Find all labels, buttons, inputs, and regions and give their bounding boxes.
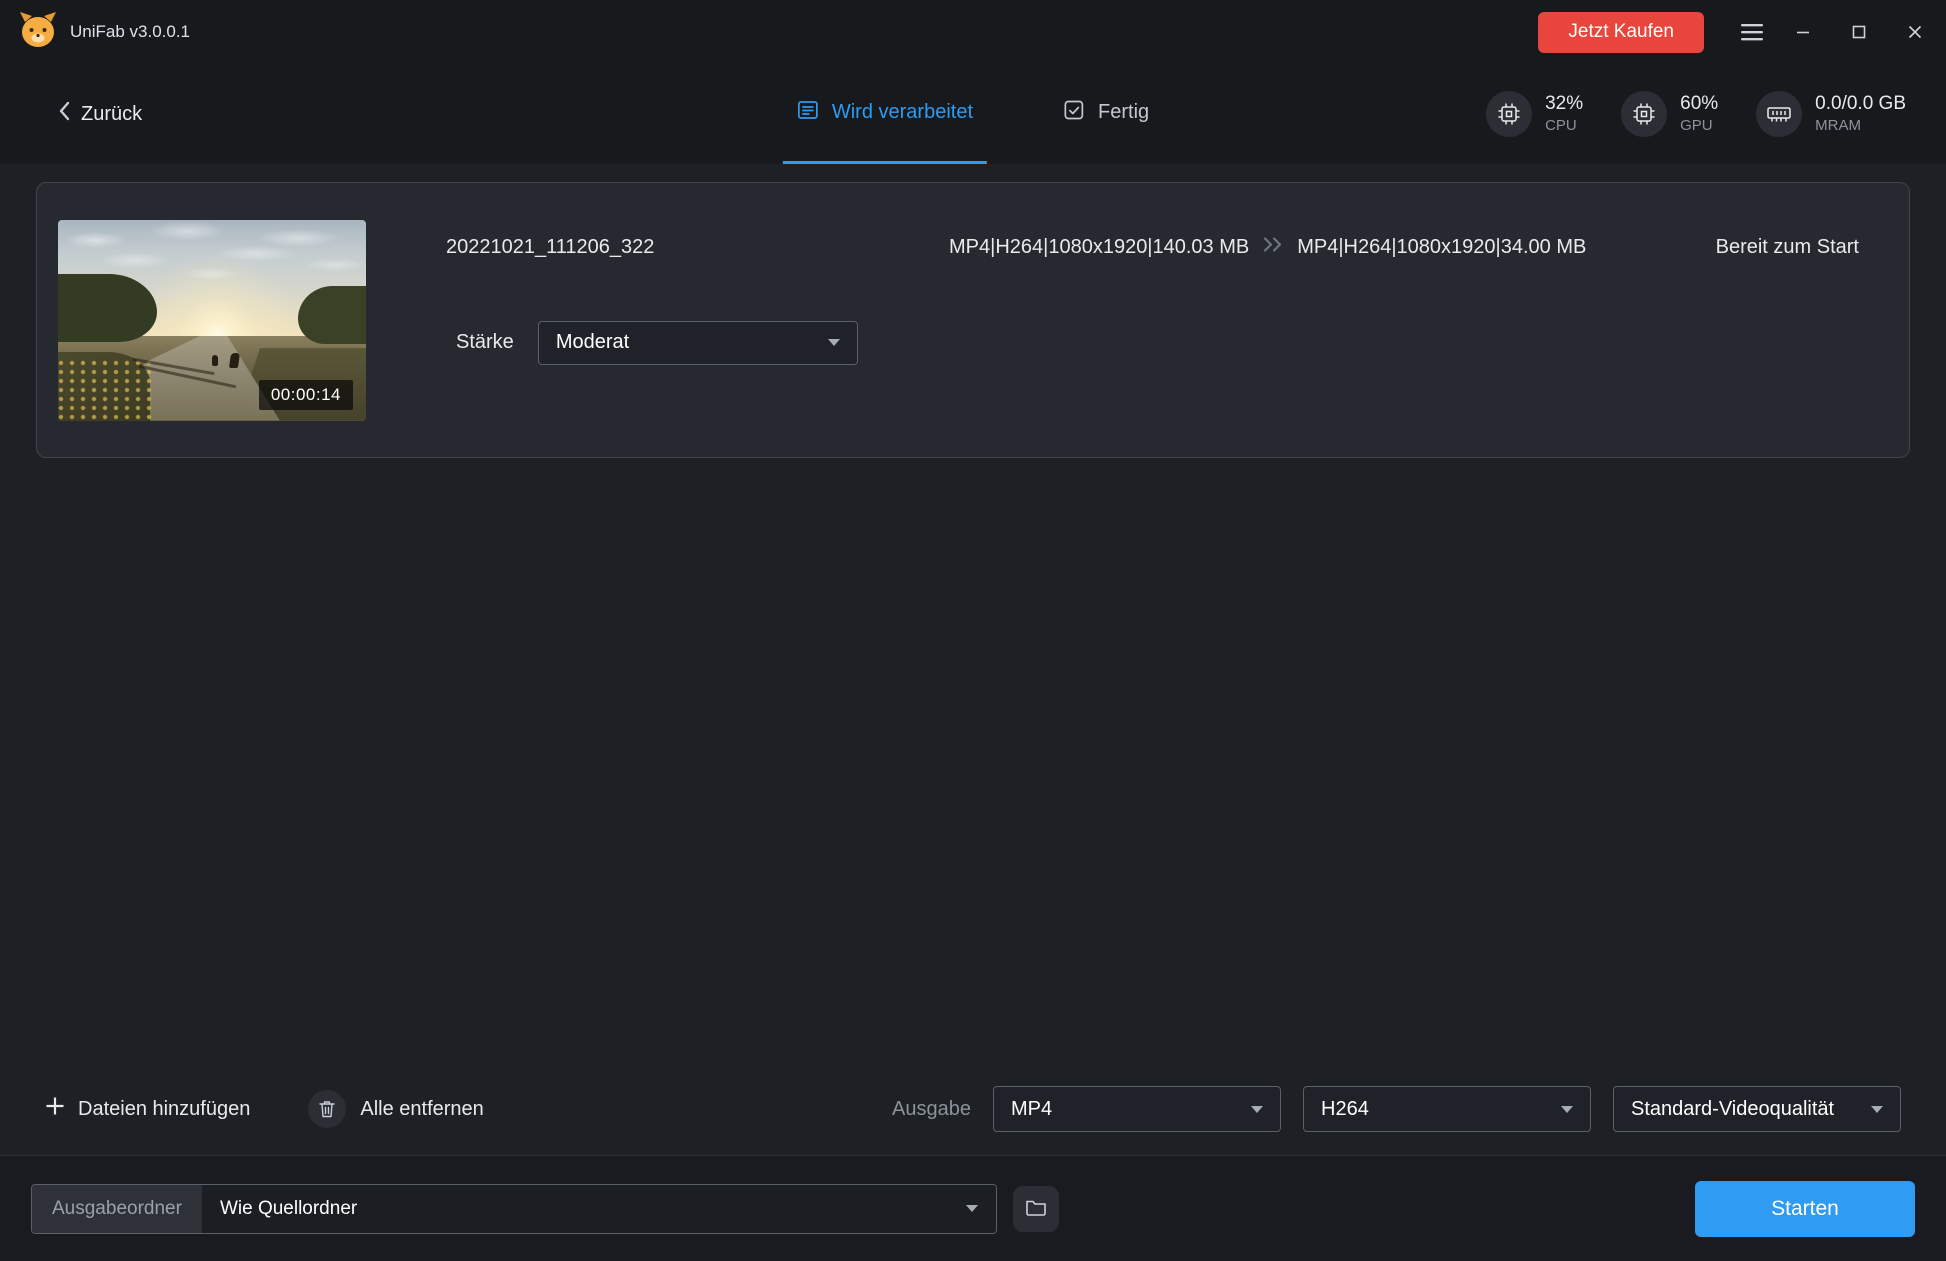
tab-processing-label: Wird verarbeitet (832, 101, 973, 124)
memory-icon (1756, 91, 1802, 137)
output-folder-label: Ausgabeordner (32, 1185, 202, 1233)
cpu-label: CPU (1545, 117, 1583, 134)
gpu-value: 60% (1680, 93, 1718, 115)
output-folder-value-area: Wie Quellordner (202, 1185, 996, 1233)
quality-dropdown[interactable]: Standard-Videoqualität (1613, 1086, 1901, 1132)
fast-forward-icon (1261, 236, 1285, 259)
back-label: Zurück (81, 103, 142, 126)
video-thumbnail: 00:00:14 (58, 220, 366, 421)
footer-bar: Ausgabeordner Wie Quellordner Starten (0, 1155, 1946, 1261)
strength-value: Moderat (556, 331, 629, 354)
pedestrian-silhouette (212, 355, 218, 366)
chevron-down-icon (1251, 1106, 1263, 1113)
app-window: UniFab v3.0.0.1 Jetzt Kaufen (0, 0, 1946, 1261)
mram-label: MRAM (1815, 117, 1906, 134)
file-info: MP4|H264|1080x1920|140.03 MB MP4|H264|10… (949, 236, 1586, 259)
remove-all-label: Alle entfernen (360, 1098, 483, 1121)
plus-icon (45, 1096, 65, 1122)
folder-icon (1025, 1198, 1047, 1219)
tab-finished-label: Fertig (1098, 101, 1149, 124)
app-logo-icon (18, 11, 58, 53)
output-folder-dropdown[interactable]: Ausgabeordner Wie Quellordner (31, 1184, 997, 1234)
gpu-stat: 60% GPU (1621, 91, 1718, 137)
header: Zurück Wird verarbeitet (0, 64, 1946, 164)
chevron-left-icon (58, 101, 70, 127)
mram-value: 0.0/0.0 GB (1815, 93, 1906, 115)
app-title: UniFab v3.0.0.1 (70, 22, 190, 42)
status-text: Bereit zum Start (1716, 236, 1859, 259)
main-content: 00:00:14 20221021_111206_322 MP4|H264|10… (0, 164, 1946, 1063)
chevron-down-icon (966, 1205, 978, 1212)
menu-icon[interactable] (1738, 18, 1766, 46)
output-folder-value: Wie Quellordner (220, 1198, 357, 1220)
output-label: Ausgabe (892, 1098, 971, 1121)
bottom-toolbar: Dateien hinzufügen Alle entfernen Ausgab… (0, 1063, 1946, 1155)
add-files-button[interactable]: Dateien hinzufügen (45, 1096, 250, 1122)
tab-bar: Wird verarbeitet Fertig (783, 64, 1163, 164)
cpu-stat: 32% CPU (1486, 91, 1583, 137)
start-button[interactable]: Starten (1695, 1181, 1915, 1237)
cpu-value: 32% (1545, 93, 1583, 115)
close-icon[interactable] (1904, 21, 1926, 43)
file-card: 00:00:14 20221021_111206_322 MP4|H264|10… (36, 182, 1910, 458)
gpu-icon (1621, 91, 1667, 137)
maximize-icon[interactable] (1848, 21, 1870, 43)
trash-icon (308, 1090, 346, 1128)
source-info: MP4|H264|1080x1920|140.03 MB (949, 236, 1249, 259)
browse-folder-button[interactable] (1013, 1186, 1059, 1232)
cpu-icon (1486, 91, 1532, 137)
format-dropdown[interactable]: MP4 (993, 1086, 1281, 1132)
add-files-label: Dateien hinzufügen (78, 1098, 250, 1121)
gpu-label: GPU (1680, 117, 1718, 134)
file-card-body: 20221021_111206_322 MP4|H264|1080x1920|1… (446, 220, 1859, 421)
back-button[interactable]: Zurück (58, 101, 142, 127)
processing-list-icon (797, 99, 819, 127)
target-info: MP4|H264|1080x1920|34.00 MB (1297, 236, 1586, 259)
output-settings: Ausgabe MP4 H264 Standard-Videoqualität (892, 1086, 1901, 1132)
system-stats: 32% CPU 60% GPU (1486, 91, 1906, 137)
strength-label: Stärke (456, 331, 514, 354)
minimize-icon[interactable] (1792, 21, 1814, 43)
codec-value: H264 (1321, 1098, 1369, 1121)
mram-stat: 0.0/0.0 GB MRAM (1756, 91, 1906, 137)
file-name: 20221021_111206_322 (446, 236, 949, 259)
format-value: MP4 (1011, 1098, 1052, 1121)
chevron-down-icon (1561, 1106, 1573, 1113)
window-controls (1792, 21, 1926, 43)
remove-all-button[interactable]: Alle entfernen (308, 1090, 483, 1128)
tab-processing[interactable]: Wird verarbeitet (783, 64, 987, 164)
codec-dropdown[interactable]: H264 (1303, 1086, 1591, 1132)
quality-value: Standard-Videoqualität (1631, 1098, 1834, 1121)
buy-now-button[interactable]: Jetzt Kaufen (1538, 12, 1704, 53)
chevron-down-icon (828, 339, 840, 346)
titlebar: UniFab v3.0.0.1 Jetzt Kaufen (0, 0, 1946, 64)
video-duration-badge: 00:00:14 (259, 380, 353, 410)
tab-finished[interactable]: Fertig (1049, 64, 1163, 164)
chevron-down-icon (1871, 1106, 1883, 1113)
check-square-icon (1063, 99, 1085, 127)
strength-dropdown[interactable]: Moderat (538, 321, 858, 365)
